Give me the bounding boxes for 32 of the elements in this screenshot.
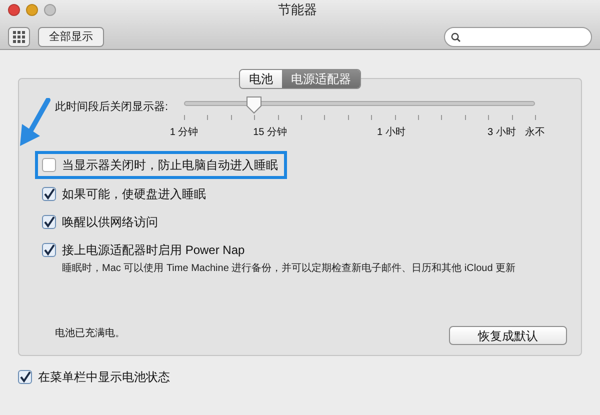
slider[interactable]: [184, 96, 535, 114]
slider-thumb[interactable]: [246, 96, 262, 114]
tick-label: 永不: [525, 126, 545, 140]
tab[interactable]: 电源适配器: [282, 70, 360, 88]
option-label: 如果可能，使硬盘进入睡眠: [62, 186, 206, 203]
checkbox[interactable]: [42, 243, 56, 257]
tab[interactable]: 电池: [240, 70, 282, 88]
tick-label: 3 小时: [487, 126, 516, 140]
checkbox[interactable]: [18, 370, 32, 384]
checkbox[interactable]: [42, 187, 56, 201]
slider-label: 此时间段后关闭显示器:: [55, 100, 168, 115]
search-field[interactable]: [444, 27, 592, 47]
option-label: 当显示器关闭时，防止电脑自动进入睡眠: [62, 157, 278, 174]
tick-label: 1 分钟: [170, 126, 198, 140]
checkbox[interactable]: [42, 215, 56, 229]
restore-defaults-button[interactable]: 恢复成默认: [449, 326, 567, 345]
tick-label: 15 分钟: [253, 126, 287, 140]
search-icon: [451, 32, 461, 42]
option-label: 在菜单栏中显示电池状态: [38, 369, 170, 386]
close-button[interactable]: [8, 4, 20, 16]
show-all-button[interactable]: 全部显示: [38, 27, 104, 47]
window-title: 节能器: [278, 1, 317, 20]
battery-status: 电池已充满电。: [55, 326, 125, 341]
option-label: 接上电源适配器时启用 Power Nap: [62, 242, 245, 259]
checkbox[interactable]: [42, 158, 56, 172]
minimize-button[interactable]: [26, 4, 38, 16]
tick-label: 1 小时: [376, 126, 406, 140]
grid-icon: [13, 31, 25, 43]
option-note: 睡眠时，Mac 可以使用 Time Machine 进行备份，并可以定期检查新电子邮件、日历和其他 iCloud 更新: [62, 262, 517, 276]
option-label: 唤醒以供网络访问: [62, 214, 158, 231]
grid-view-button[interactable]: [8, 27, 30, 47]
arrow-annotation: [18, 98, 52, 148]
